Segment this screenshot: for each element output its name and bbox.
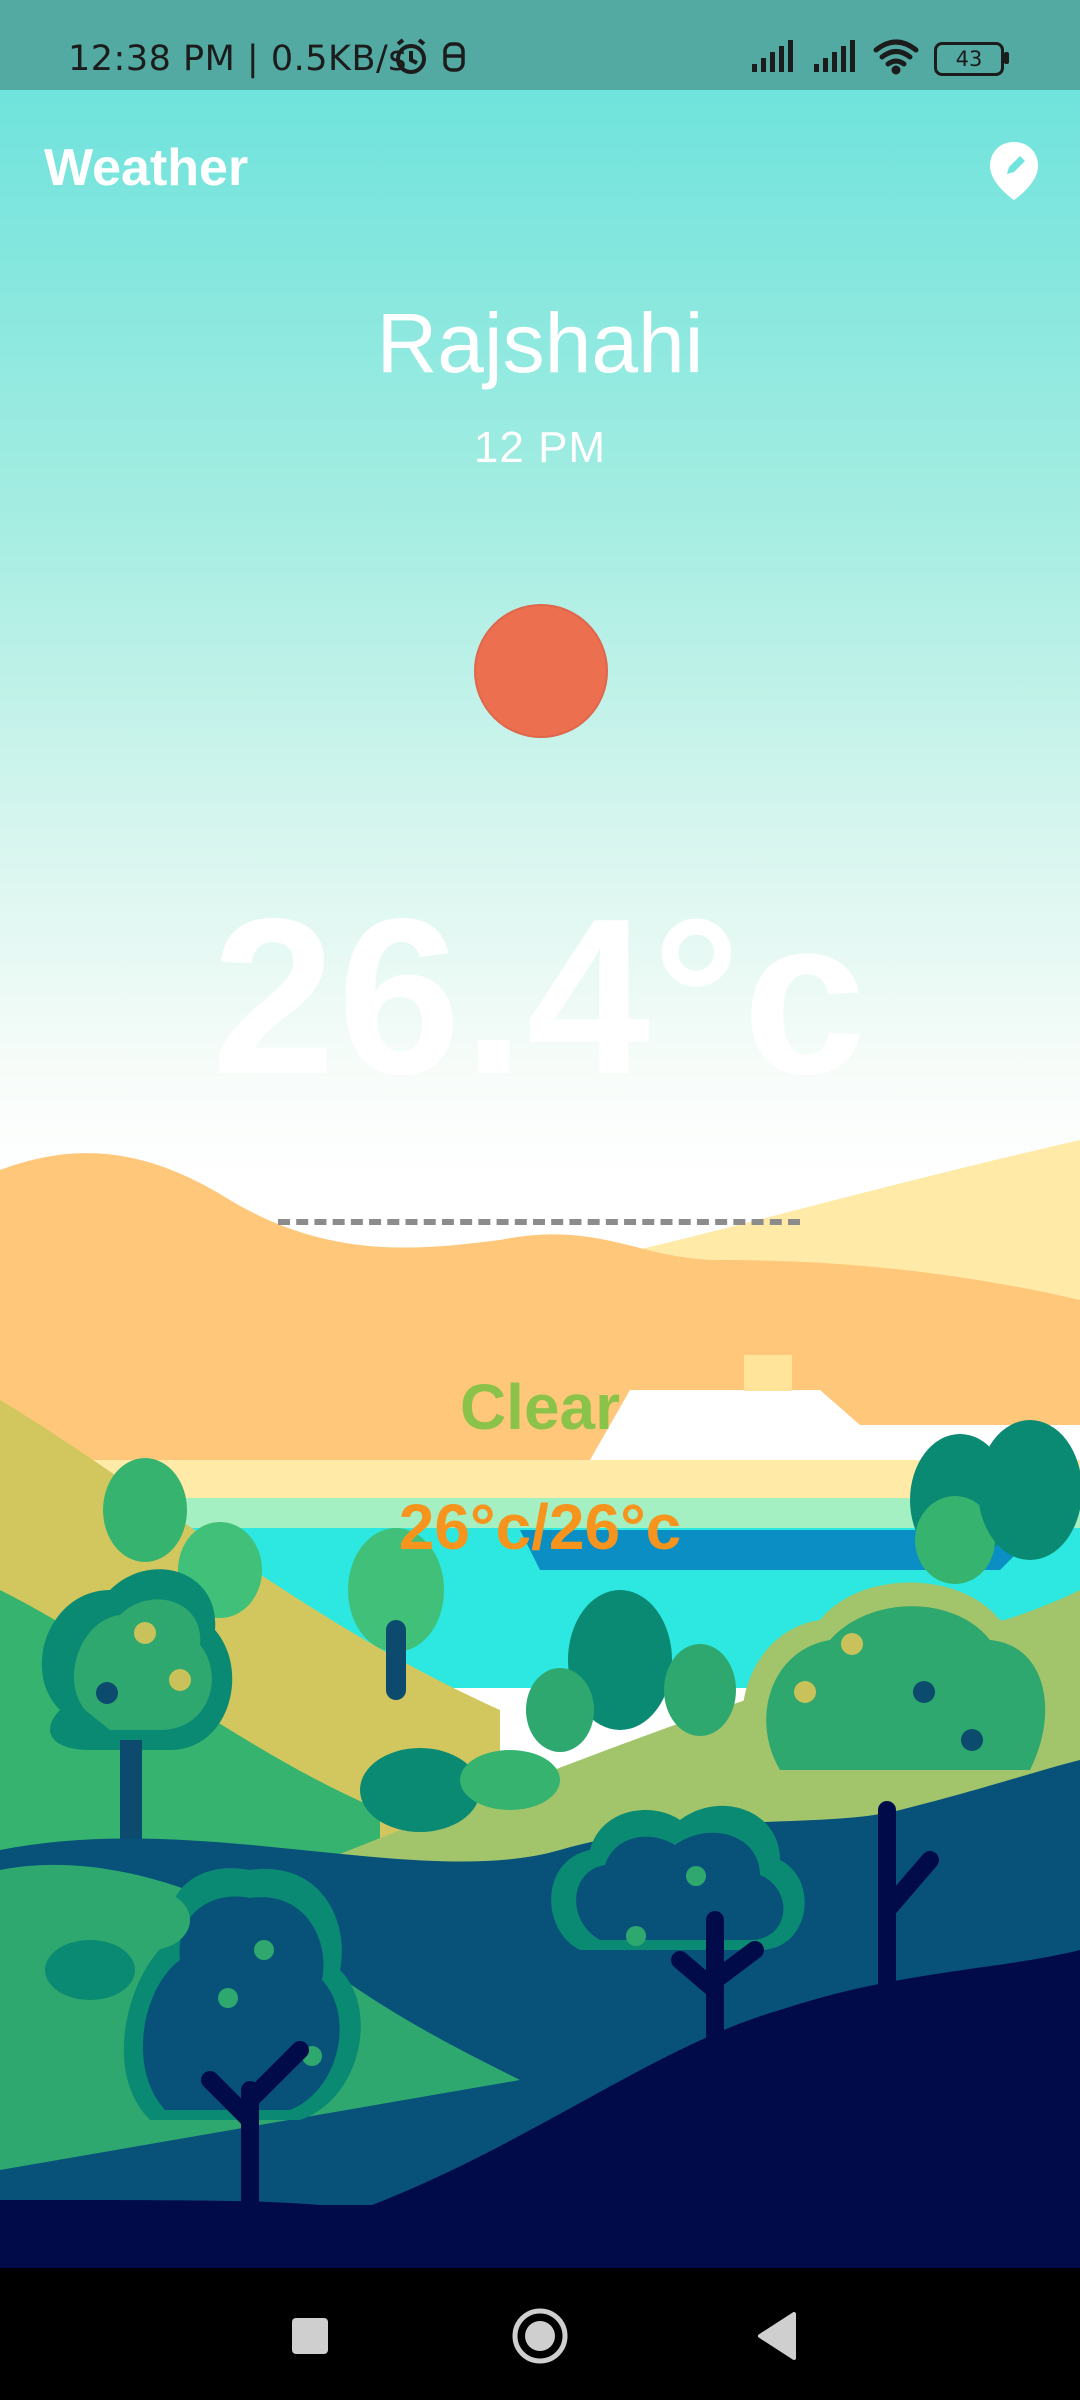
back-icon [758,2312,796,2360]
signal-icon [814,40,855,72]
forecast-time: 12 PM [473,423,607,472]
fruit [169,1669,191,1691]
bush [45,1940,135,2000]
home-icon [512,2308,568,2364]
home-button[interactable] [510,2306,570,2366]
app-title: Weather [44,139,249,197]
bush [360,1748,480,1832]
signal-icon [752,40,793,72]
temperature-range: 26°c/26°c [398,1491,682,1563]
battery-level: 43 [934,42,1004,76]
trunk [386,1620,406,1700]
fruit [913,1681,935,1703]
sun-icon [474,604,608,738]
fruit [794,1681,816,1703]
location-edit-icon[interactable] [988,140,1040,202]
alarm-icon [396,38,426,74]
recents-button[interactable] [280,2306,340,2366]
bush [460,1750,560,1810]
fruit [134,1622,156,1644]
weather-condition: Clear [459,1371,621,1443]
fruit [841,1633,863,1655]
recents-icon [292,2318,328,2354]
back-button[interactable] [746,2306,806,2366]
status-time-speed: 12:38 PM | 0.5KB/s [68,39,407,79]
fruit [96,1682,118,1704]
bush [526,1668,594,1752]
ground [0,2205,1080,2268]
notification-icon [443,42,465,72]
fruit [218,1988,238,2008]
fruit [254,1940,274,1960]
fruit [686,1866,706,1886]
weather-scene: Weather Rajshahi 12 PM 26.4°c Clear 26°c… [0,90,1080,2268]
status-right-icons [752,39,919,75]
landscape-illustration [0,1140,1080,2268]
dashed-divider [278,1219,800,1225]
status-bar: 12:38 PM | 0.5KB/s 43 [0,0,1080,90]
wifi-icon [873,39,919,75]
navigation-bar [0,2268,1080,2400]
bush [110,1890,190,1950]
city-name: Rajshahi [376,296,704,390]
bush [664,1644,736,1736]
status-left-icons [396,38,465,74]
fruit [626,1926,646,1946]
battery-tip [1004,52,1009,64]
current-temperature: 26.4°c [211,873,869,1121]
fruit [961,1729,983,1751]
